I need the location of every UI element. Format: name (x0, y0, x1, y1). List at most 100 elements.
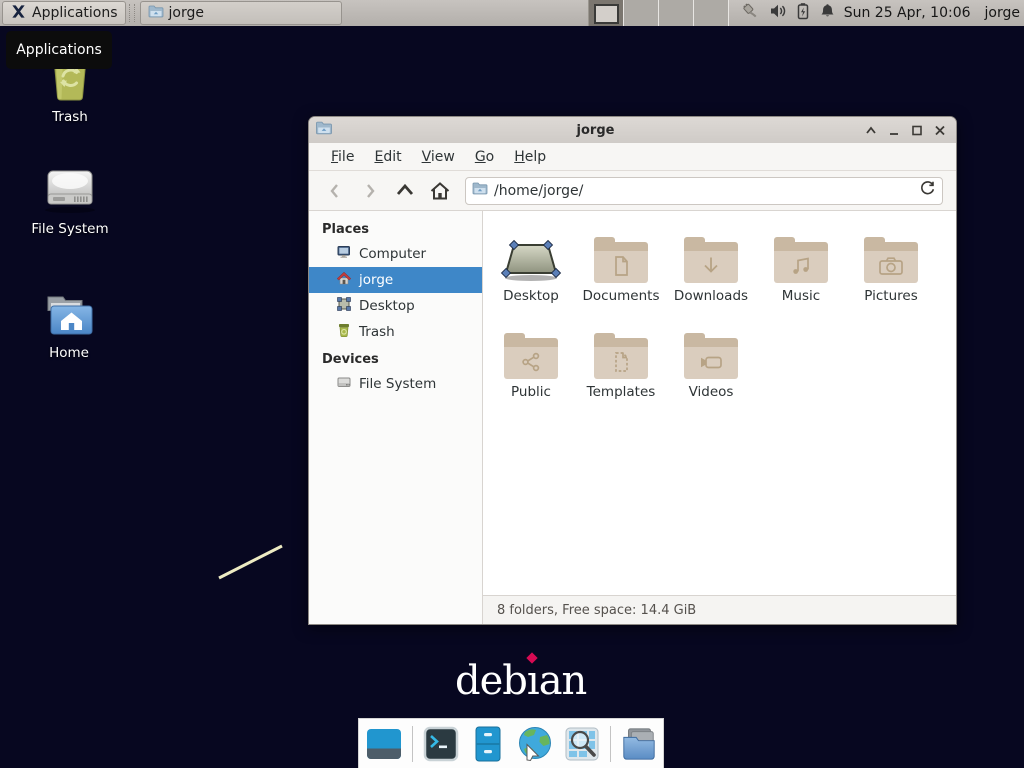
workspace-switcher[interactable] (588, 0, 729, 26)
sidebar-item-desktop[interactable]: Desktop (309, 293, 482, 319)
back-button[interactable] (317, 177, 352, 205)
workspace-1[interactable] (589, 0, 624, 26)
wordmark-right: an (539, 658, 587, 704)
applications-menu-icon (10, 3, 27, 24)
trash-icon (336, 322, 352, 342)
workspace-window-thumb (594, 4, 619, 24)
dock (358, 718, 664, 768)
sidebar-item-jorge[interactable]: jorge (309, 267, 482, 293)
workspace-4[interactable] (694, 0, 729, 26)
up-button[interactable] (387, 177, 422, 205)
application-finder-icon[interactable] (563, 725, 601, 763)
panel-user-label[interactable]: jorge (985, 5, 1020, 21)
notifications-icon[interactable] (819, 2, 836, 24)
maximize-button[interactable] (906, 121, 927, 139)
panel-clock[interactable]: Sun 25 Apr, 10:06 (844, 5, 971, 21)
applications-menu-button[interactable]: Applications (2, 1, 126, 25)
desktop-screen: Trash File Syste (0, 0, 1024, 768)
directory-menu-icon[interactable] (620, 725, 658, 763)
sidebar-header-places: Places (309, 219, 482, 241)
hard-drive-icon (336, 374, 352, 394)
taskbar-button-label: jorge (169, 5, 204, 21)
sidebar-item-file-system[interactable]: File System (309, 371, 482, 397)
workspace-2[interactable] (624, 0, 659, 26)
file-item-label: Templates (576, 383, 666, 401)
sidebar-item-computer[interactable]: Computer (309, 241, 482, 267)
desktop-icon (336, 296, 352, 316)
file-item-downloads[interactable]: Downloads (666, 223, 756, 319)
show-desktop-icon[interactable] (365, 725, 403, 763)
web-browser-icon[interactable] (516, 725, 554, 763)
sidebar-item-label: File System (359, 376, 436, 392)
templates-folder-icon (594, 333, 648, 379)
system-tray (741, 2, 836, 25)
minimize-button[interactable] (883, 121, 904, 139)
computer-icon (336, 244, 352, 264)
sidebar-header-devices: Devices (309, 349, 482, 371)
file-item-label: Videos (666, 383, 756, 401)
taskbar-button-jorge[interactable]: jorge (140, 1, 342, 25)
file-manager-icon[interactable] (469, 725, 507, 763)
file-item-label: Documents (576, 287, 666, 305)
terminal-icon[interactable] (422, 725, 460, 763)
file-item-videos[interactable]: Videos (666, 319, 756, 415)
forward-button[interactable] (352, 177, 387, 205)
cursor-trail-line (210, 538, 292, 586)
file-item-label: Music (756, 287, 846, 305)
workspace-3[interactable] (659, 0, 694, 26)
volume-icon[interactable] (769, 2, 787, 24)
path-text[interactable]: /home/jorge/ (494, 183, 919, 199)
window-content: Places Computer (309, 211, 956, 624)
sidebar-item-label: Computer (359, 246, 426, 262)
debian-wordmark: debıan (455, 658, 586, 704)
menubar: File Edit View Go Help (309, 143, 956, 171)
shade-button[interactable] (860, 121, 881, 139)
network-icon[interactable] (741, 2, 760, 25)
battery-icon[interactable] (796, 2, 810, 24)
desktop-special-icon (486, 223, 576, 283)
file-grid: Desktop Documents (483, 211, 956, 595)
file-item-label: Public (486, 383, 576, 401)
menu-edit[interactable]: Edit (364, 149, 411, 165)
menu-view[interactable]: View (412, 149, 465, 165)
close-button[interactable] (929, 121, 950, 139)
dock-separator (412, 726, 413, 762)
file-item-pictures[interactable]: Pictures (846, 223, 936, 319)
file-item-templates[interactable]: Templates (576, 319, 666, 415)
file-manager-window: jorge File Edit View Go Help (308, 116, 957, 625)
home-button[interactable] (422, 177, 457, 205)
sidebar: Places Computer (309, 211, 483, 624)
path-bar[interactable]: /home/jorge/ (465, 177, 943, 205)
sidebar-item-trash[interactable]: Trash (309, 319, 482, 345)
dock-separator (610, 726, 611, 762)
home-icon (336, 270, 352, 290)
music-folder-icon (774, 237, 828, 283)
applications-menu-label: Applications (32, 5, 118, 21)
window-titlebar[interactable]: jorge (309, 117, 956, 143)
tooltip-text: Applications (16, 42, 102, 58)
sidebar-item-label: jorge (359, 272, 393, 288)
status-bar: 8 folders, Free space: 14.4 GiB (483, 595, 956, 624)
menu-go[interactable]: Go (465, 149, 504, 165)
menu-file[interactable]: File (321, 149, 364, 165)
file-item-music[interactable]: Music (756, 223, 846, 319)
path-folder-icon (472, 181, 488, 200)
desktop-icon-file-system[interactable]: File System (27, 168, 113, 237)
toolbar: /home/jorge/ (309, 171, 956, 211)
top-panel: Applications jorge (0, 0, 1024, 26)
menu-help[interactable]: Help (504, 149, 556, 165)
file-item-label: Downloads (666, 287, 756, 305)
downloads-folder-icon (684, 237, 738, 283)
wordmark-i: ı (527, 658, 539, 704)
home-folder-icon (42, 323, 96, 342)
file-item-public[interactable]: Public (486, 319, 576, 415)
reload-icon[interactable] (919, 180, 936, 201)
panel-handle[interactable] (129, 4, 135, 22)
file-item-desktop[interactable]: Desktop (486, 223, 576, 319)
desktop-icon-label: File System (27, 221, 113, 237)
window-folder-icon (315, 120, 333, 140)
file-item-documents[interactable]: Documents (576, 223, 666, 319)
trash-icon (43, 87, 97, 106)
window-title: jorge (333, 123, 858, 138)
desktop-icon-home[interactable]: Home (26, 294, 112, 361)
